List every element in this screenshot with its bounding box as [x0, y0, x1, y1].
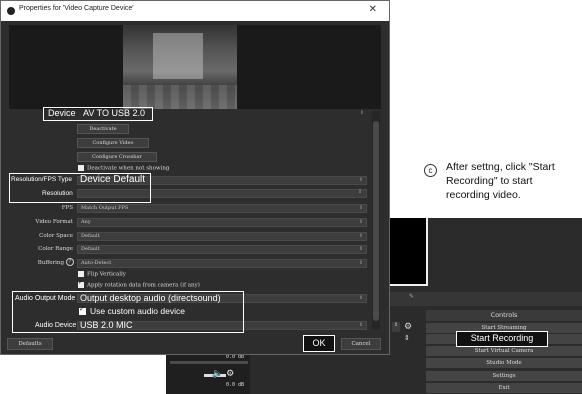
configure-video-button[interactable]: Configure Video	[77, 138, 149, 148]
audio-output-mode-value[interactable]: Output desktop audio (directsound)	[80, 293, 221, 303]
dock-pin-icon[interactable]: ✎	[409, 293, 414, 300]
speaker-icon[interactable]: 🔈	[212, 369, 223, 379]
mixer-db-readout-2: 0.0 dB	[225, 382, 244, 388]
stepper-icon-2[interactable]: ⇕	[404, 334, 410, 342]
apply-rotation-checkbox[interactable]: Apply rotation data from camera (if any)	[78, 279, 200, 289]
checkbox-label: Apply rotation data from camera (if any)	[87, 282, 200, 289]
help-icon[interactable]: ?	[66, 258, 74, 266]
close-icon[interactable]: ✕	[369, 4, 377, 15]
ok-button[interactable]: OK	[303, 335, 335, 352]
mixer-gear-icon[interactable]: ⚙	[226, 369, 234, 379]
video-format-label: Video Format	[35, 219, 73, 225]
step-marker: c	[424, 164, 437, 177]
studio-mode-button[interactable]: Studio Mode	[426, 357, 582, 368]
exit-button[interactable]: Exit	[426, 382, 582, 393]
properties-scrollbar[interactable]	[372, 111, 380, 329]
color-space-combo[interactable]: Default ⇕	[77, 232, 367, 241]
deactivate-when-not-showing-checkbox[interactable]: Deactivate when not showing	[78, 165, 169, 172]
color-range-value: Default	[81, 246, 100, 252]
deactivate-button[interactable]: Deactivate	[77, 124, 129, 134]
resolution-fps-type-value[interactable]: Device Default	[80, 174, 145, 185]
video-preview-image	[123, 25, 237, 109]
defaults-button[interactable]: Defaults	[7, 338, 53, 350]
checkbox-box-checked[interactable]	[78, 279, 84, 288]
scrollbar-thumb[interactable]	[373, 121, 379, 321]
chevron-updown-icon: ⇕	[358, 260, 363, 266]
buffering-value: Auto-Detect	[81, 260, 112, 266]
chevron-updown-icon: ⇕	[359, 110, 364, 116]
chevron-updown-icon: ⇕	[358, 246, 363, 252]
audio-device-value[interactable]: USB 2.0 MIC	[80, 320, 133, 330]
chevron-updown-icon: ⇕	[358, 219, 363, 225]
color-range-label: Color Range	[38, 246, 73, 252]
video-format-value: Any	[81, 219, 91, 225]
annotation-text: After settng, click "Start Recording" to…	[446, 161, 555, 201]
audio-device-label: Audio Device	[35, 322, 77, 329]
resolution-label: Resolution	[42, 190, 73, 197]
chevron-updown-icon: ⇕	[358, 189, 363, 195]
stepper-icon[interactable]: ⇕	[392, 322, 400, 332]
cancel-button[interactable]: Cancel	[341, 338, 381, 350]
color-range-combo[interactable]: Default ⇕	[77, 245, 367, 254]
chevron-updown-icon: ⇕	[358, 295, 363, 301]
color-space-value: Default	[81, 233, 100, 239]
color-space-label: Color Space	[39, 233, 73, 239]
audio-mixer: 0.0 dB 0.0 dB	[166, 350, 250, 394]
mixer-meter	[170, 361, 248, 364]
gear-icon[interactable]: ⚙	[404, 322, 412, 332]
dialog-titlebar: Properties for 'Video Capture Device' ✕	[1, 1, 389, 21]
checkbox-label: Deactivate when not showing	[87, 165, 170, 172]
buffering-label: Buffering	[37, 260, 64, 266]
obs-stepper-arrows[interactable]: ⇕ ⚙ ⇕	[392, 322, 414, 344]
flip-vertically-checkbox[interactable]: Flip Vertically	[78, 271, 126, 278]
dialog-footer: Defaults OK Cancel	[1, 334, 389, 354]
chevron-updown-icon: ⇕	[358, 177, 363, 183]
checkbox-box[interactable]	[78, 165, 84, 171]
fps-value: Match Output FPS	[81, 205, 129, 211]
chevron-updown-icon: ⇕	[358, 322, 363, 328]
use-custom-audio-checkbox[interactable]: Use custom audio device	[79, 305, 185, 316]
video-format-combo[interactable]: Any ⇕	[77, 218, 367, 227]
dialog-title: Properties for 'Video Capture Device'	[19, 5, 134, 12]
properties-dialog: Properties for 'Video Capture Device' ✕ …	[0, 0, 390, 355]
checkbox-label: Flip Vertically	[87, 271, 126, 278]
checkbox-box[interactable]	[78, 271, 84, 277]
settings-button[interactable]: Settings	[426, 370, 582, 381]
configure-crossbar-button[interactable]: Configure Crossbar	[77, 152, 157, 162]
checkbox-label: Use custom audio device	[90, 306, 185, 316]
start-recording-button[interactable]: Start Recording	[456, 331, 548, 347]
buffering-combo[interactable]: Auto-Detect ⇕	[77, 259, 367, 268]
device-value[interactable]: AV TO USB 2.0	[83, 108, 145, 118]
resolution-fps-type-label: Resolution/FPS Type	[11, 176, 72, 183]
controls-dock-header: Controls	[426, 310, 582, 321]
audio-output-mode-label: Audio Output Mode	[15, 295, 76, 302]
device-label: Device	[48, 108, 76, 118]
fps-label: FPS	[61, 205, 73, 211]
chevron-updown-icon: ⇕	[358, 205, 363, 211]
chevron-updown-icon: ⇕	[358, 233, 363, 239]
fps-combo[interactable]: Match Output FPS ⇕	[77, 204, 367, 213]
checkbox-box-checked[interactable]	[79, 305, 86, 315]
obs-app-icon	[7, 7, 15, 15]
